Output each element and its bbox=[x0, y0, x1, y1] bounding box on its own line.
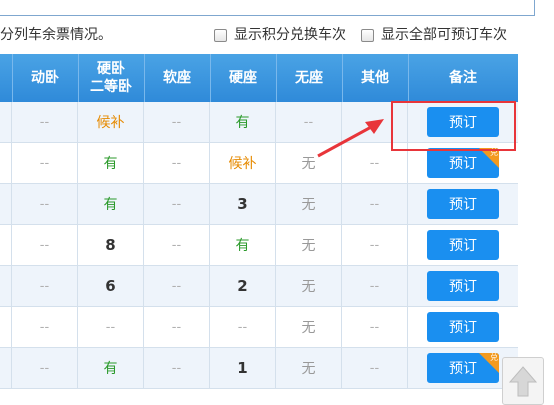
pointer-arrow-icon bbox=[317, 119, 384, 158]
back-to-top-button[interactable] bbox=[502, 357, 544, 405]
up-arrow-icon bbox=[508, 366, 538, 397]
